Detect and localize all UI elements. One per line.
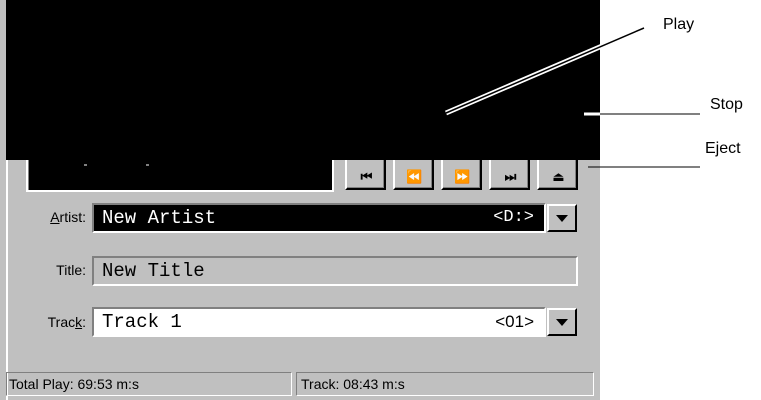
stop-callout: Stop [710,96,743,113]
chevron-down-icon [556,318,568,326]
skip-forward-button[interactable]: ⏭ [489,160,530,190]
track-combo[interactable]: Track 1 <01> [92,307,546,337]
track-label-colon: : [82,314,86,330]
drive-indicator: <D:> [493,208,534,227]
title-value: New Title [102,260,205,282]
track-dropdown-button[interactable] [547,308,577,336]
track-label: Track: [10,314,86,330]
display-segment [84,164,87,166]
chevron-down-icon [556,214,568,222]
eject-icon: ⏏ [552,169,564,185]
track-time-status: Track: 08:43 m:s [296,372,594,396]
track-value: Track 1 [102,311,182,333]
artist-label-text: rtist: [59,209,86,225]
artist-value: New Artist [102,207,217,229]
artist-dropdown-button[interactable] [547,204,577,232]
fast-forward-button[interactable]: ⏩ [441,160,482,190]
fast-forward-icon: ⏩ [454,169,470,185]
rewind-icon: ⏪ [406,169,422,185]
eject-button[interactable]: ⏏ [537,160,578,190]
total-play-status: Total Play: 69:53 m:s [6,372,292,396]
status-bar: Total Play: 69:53 m:s Track: 08:43 m:s [6,368,600,400]
eject-callout: Eject [705,140,741,157]
artist-combo[interactable]: New Artist <D:> [92,203,546,233]
track-label-text: Trac [47,314,76,330]
display-segment [146,164,149,166]
track-number: <01> [495,312,534,331]
artist-label: Artist: [10,209,86,225]
cd-player-window: ⏮ ⏪ ⏩ ⏭ ⏏ Artist: New Artist <D:> Title:… [0,0,600,400]
title-field[interactable]: New Title [92,256,578,286]
skip-back-icon: ⏮ [360,169,373,185]
artist-label-mnemonic: A [50,209,60,225]
rewind-button[interactable]: ⏪ [393,160,434,190]
window-border [6,160,8,400]
play-callout: Play [663,16,695,33]
skip-back-button[interactable]: ⏮ [345,160,386,190]
display-area [6,0,600,160]
time-display [26,160,334,192]
title-label: Title: [56,262,86,278]
skip-forward-icon: ⏭ [504,169,517,185]
